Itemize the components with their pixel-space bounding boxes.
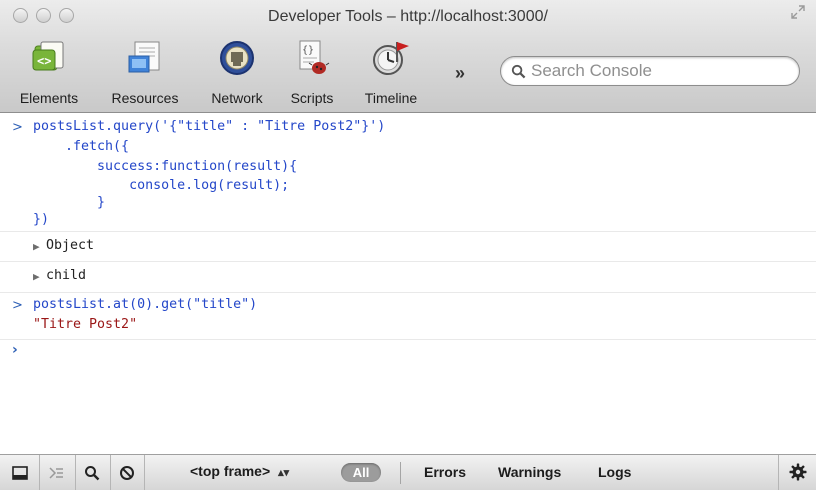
dock-toggle-button[interactable] [0, 455, 40, 490]
search-button[interactable] [76, 455, 111, 490]
result-label: Object [46, 238, 95, 253]
settings-button[interactable] [778, 455, 816, 490]
search-console-input[interactable] [531, 61, 791, 81]
console-input-caret[interactable]: › [12, 342, 18, 358]
filter-all-button[interactable]: All [341, 463, 381, 482]
console-panel[interactable]: > postsList.query('{"title" : "Titre Pos… [0, 114, 816, 454]
disclosure-triangle-icon[interactable]: ▶ [33, 270, 40, 283]
network-icon [220, 41, 254, 75]
command-line: success:function(result){ [33, 159, 298, 174]
svg-text:<>: <> [37, 54, 51, 68]
command-line: }) [33, 212, 50, 227]
toolbar-label: Network [211, 90, 263, 106]
filter-errors-button[interactable]: Errors [424, 464, 466, 480]
svg-text:{}: {} [302, 45, 314, 56]
divider [0, 339, 816, 340]
toolbar-label: Scripts [290, 90, 334, 106]
string-result: "Titre Post2" [33, 317, 138, 332]
command-line: } [33, 195, 106, 210]
scripts-icon: {} [299, 40, 330, 74]
console-prompt-icon [49, 467, 63, 479]
command-line: console.log(result); [33, 178, 290, 193]
result-label: child [46, 268, 87, 283]
elements-icon: <> [32, 41, 64, 71]
window-title: Developer Tools – http://localhost:3000/ [268, 8, 548, 25]
toolbar-label: Timeline [364, 90, 418, 106]
filter-warnings-button[interactable]: Warnings [498, 464, 561, 480]
toolbar-elements-button[interactable]: <> Elements [12, 38, 86, 112]
fullscreen-icon[interactable] [790, 4, 806, 20]
toolbar-resources-button[interactable]: Resources [102, 38, 188, 112]
search-console-box[interactable] [500, 56, 800, 86]
toolbar-overflow-button[interactable]: » [455, 63, 465, 84]
resources-icon [128, 41, 160, 73]
filter-logs-button[interactable]: Logs [598, 464, 631, 480]
toolbar-label: Resources [111, 90, 179, 106]
clear-console-button[interactable] [111, 455, 145, 490]
search-icon [85, 466, 100, 481]
window-chrome: Developer Tools – http://localhost:3000/… [0, 0, 816, 113]
result-object-row[interactable]: ▶ child [0, 261, 816, 291]
command-line: postsList.query('{"title" : "Titre Post2… [33, 119, 386, 134]
status-bar: <top frame> ▴▾ All Errors Warnings Logs [0, 454, 816, 490]
toolbar-scripts-button[interactable]: {} Scripts [282, 38, 342, 112]
gear-icon [789, 463, 807, 481]
divider [0, 292, 816, 293]
dock-icon [12, 466, 28, 480]
command-prompt-icon: > [12, 120, 23, 135]
timeline-icon [373, 42, 409, 75]
clear-icon [120, 466, 134, 480]
command-line: postsList.at(0).get("title") [33, 297, 258, 312]
toolbar-timeline-button[interactable]: Timeline [354, 38, 428, 112]
frame-selector-value: <top frame> [190, 463, 271, 479]
frame-selector[interactable]: <top frame> ▴▾ [190, 463, 289, 479]
title-bar: Developer Tools – http://localhost:3000/ [0, 0, 816, 34]
up-down-arrows-icon: ▴▾ [278, 467, 290, 479]
divider [400, 462, 401, 484]
command-line: .fetch({ [33, 139, 130, 154]
command-prompt-icon: > [12, 298, 23, 313]
disclosure-triangle-icon[interactable]: ▶ [33, 240, 40, 253]
result-object-row[interactable]: ▶ Object [0, 231, 816, 261]
toolbar-network-button[interactable]: Network [200, 38, 274, 112]
show-console-button[interactable] [40, 455, 76, 490]
search-icon [511, 64, 526, 79]
toolbar-label: Elements [19, 90, 79, 106]
